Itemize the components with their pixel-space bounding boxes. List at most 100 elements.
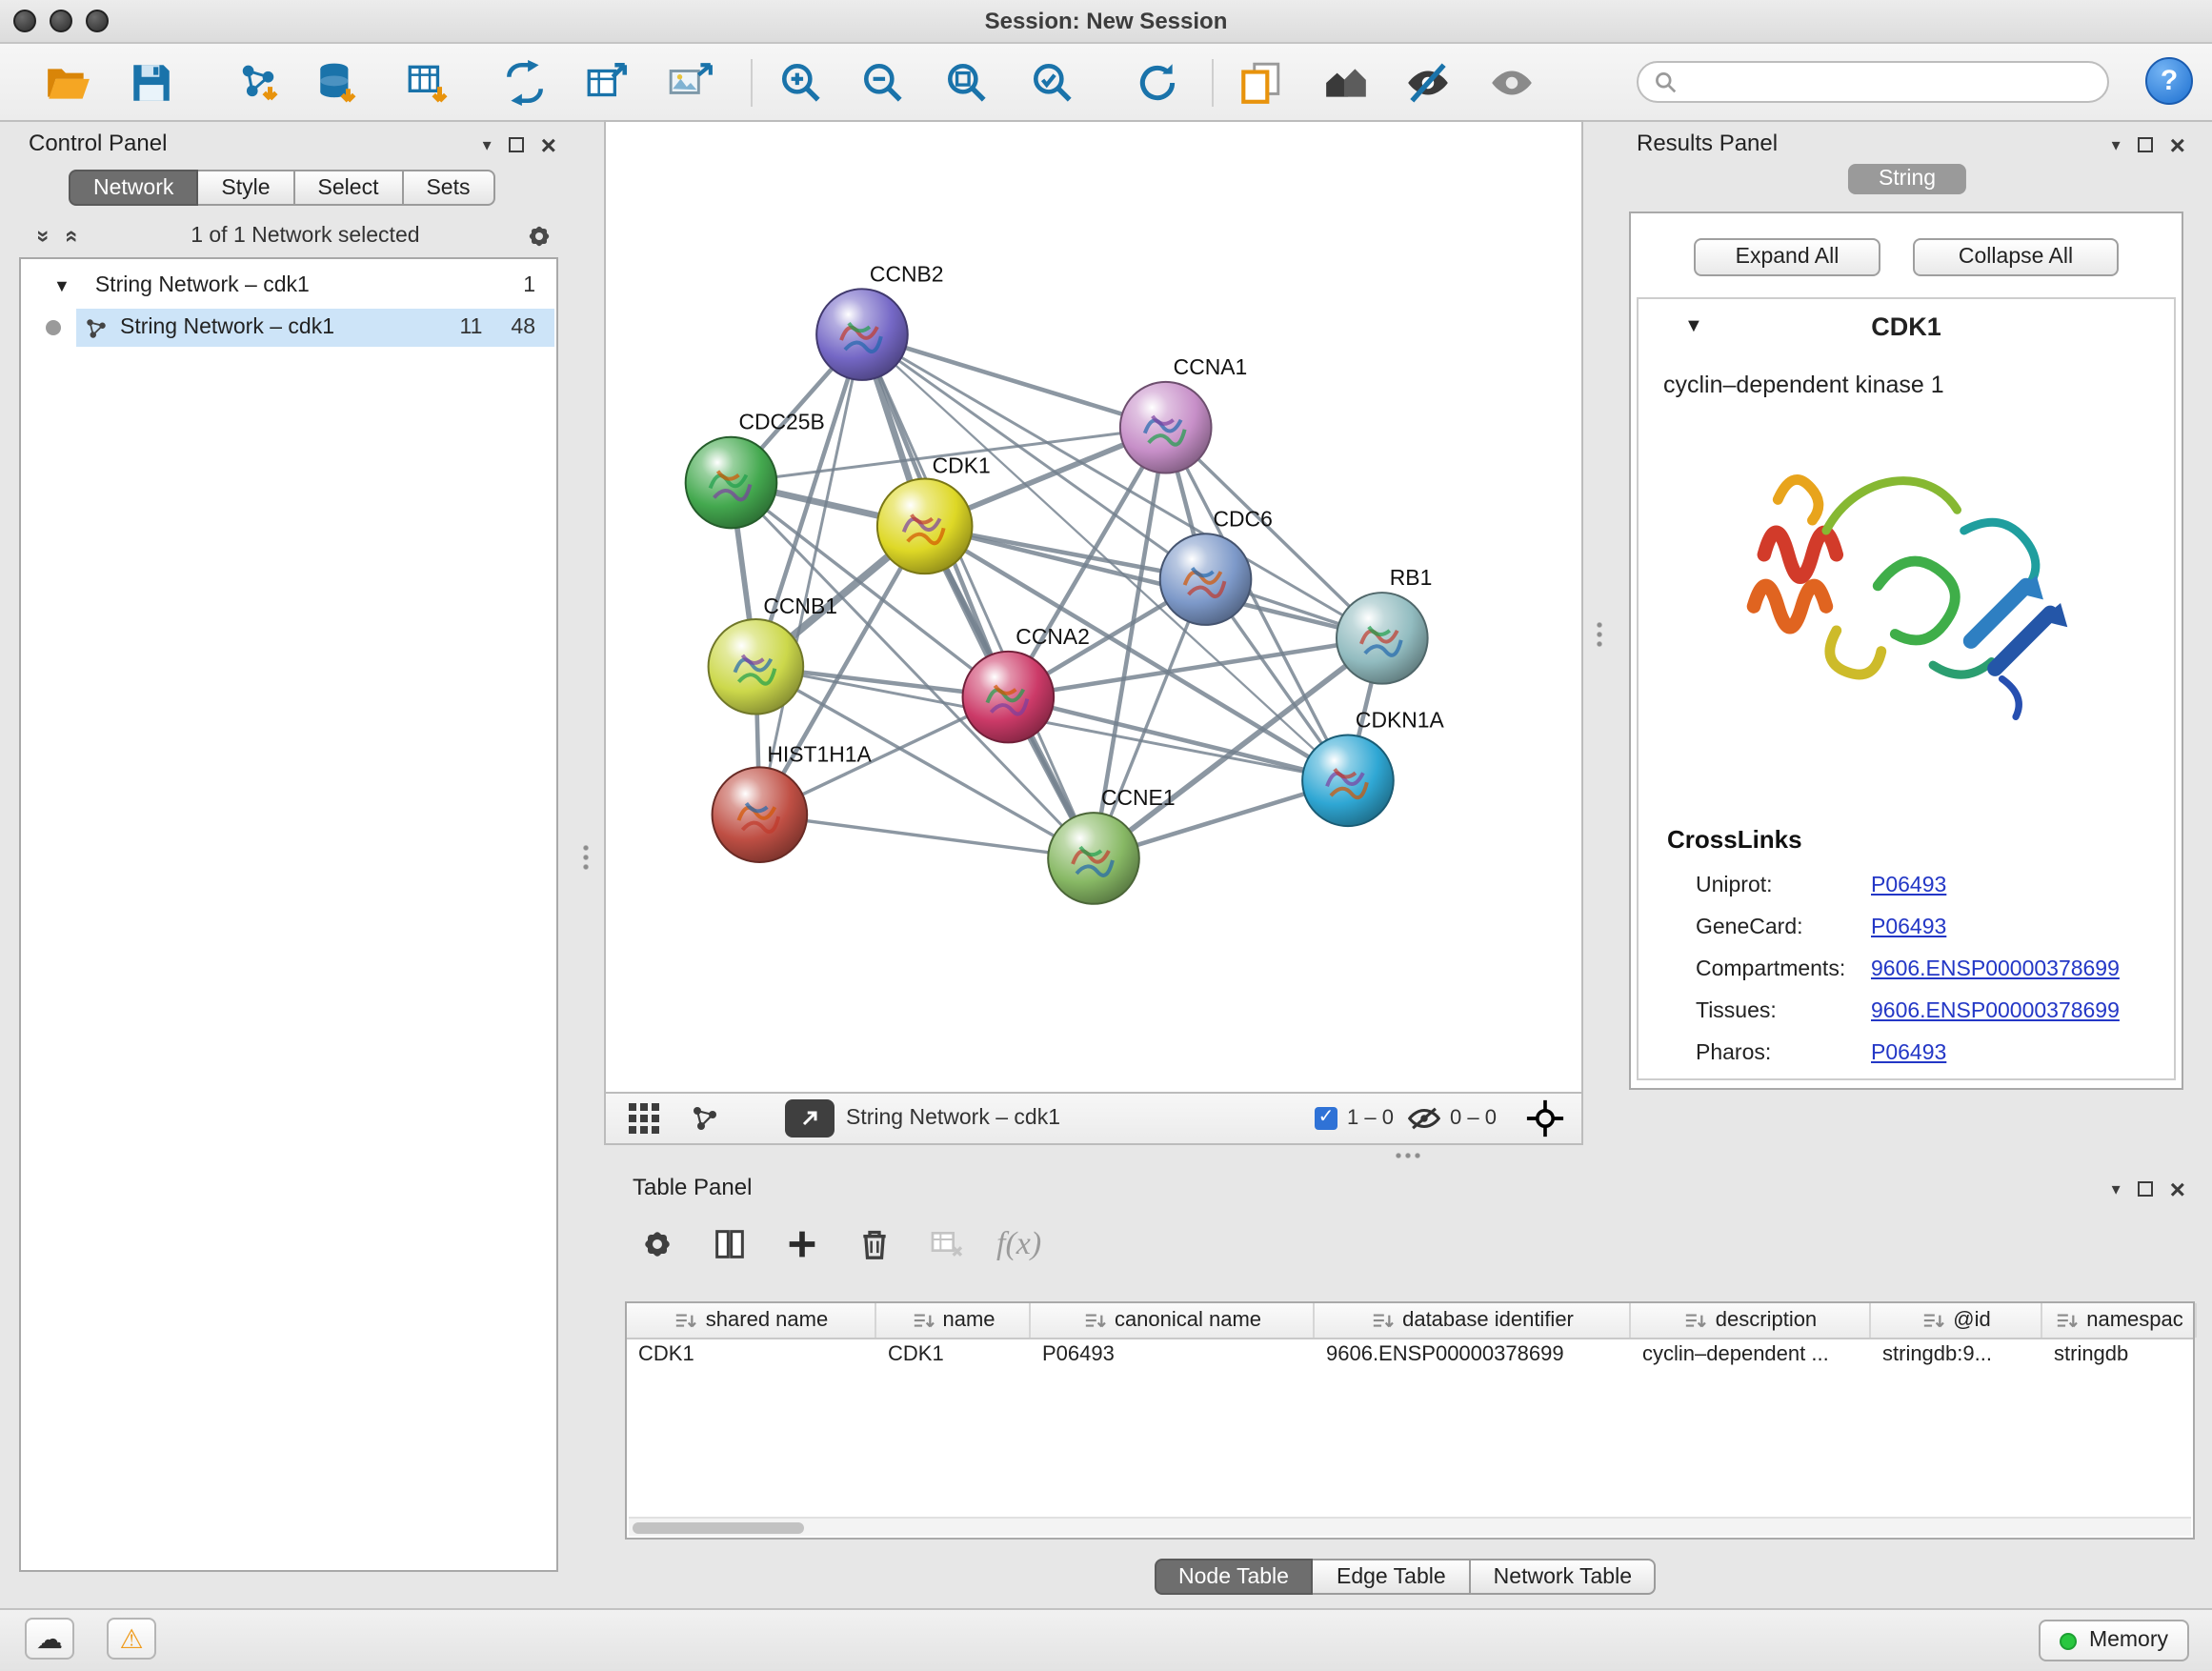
collapse-tree-icon[interactable]: » bbox=[31, 230, 58, 242]
duplicate-network-button[interactable] bbox=[1235, 57, 1286, 109]
selected-network-highlight[interactable]: String Network – cdk1 11 48 bbox=[76, 309, 554, 347]
column-header-canonical-name[interactable]: canonical name bbox=[1031, 1303, 1315, 1338]
expand-all-button[interactable]: Expand All bbox=[1694, 238, 1880, 276]
bottom-splitter-handle[interactable] bbox=[1393, 1149, 1423, 1162]
panel-menu-chevron-icon[interactable]: ▾ bbox=[483, 136, 492, 153]
panel-close-icon[interactable]: × bbox=[2170, 1176, 2185, 1202]
open-in-window-button[interactable] bbox=[785, 1099, 835, 1137]
export-image-button[interactable] bbox=[665, 57, 716, 109]
network-overview-button[interactable] bbox=[690, 1103, 720, 1143]
import-network-from-database-button[interactable] bbox=[312, 57, 364, 109]
cloud-status-button[interactable]: ☁ bbox=[25, 1618, 74, 1660]
crosslink-link[interactable]: P06493 bbox=[1871, 875, 1946, 897]
add-column-button[interactable] bbox=[779, 1221, 825, 1267]
panel-close-icon[interactable]: × bbox=[541, 131, 556, 158]
panel-float-icon[interactable] bbox=[2138, 137, 2153, 152]
network-view[interactable]: CCNB2CCNA1CDC25BCDK1CDC6RB1CCNB1CCNA2CDK… bbox=[604, 120, 1583, 1094]
zoom-out-button[interactable] bbox=[857, 57, 909, 109]
title-bar: Session: New Session bbox=[0, 0, 2212, 44]
tab-network[interactable]: Network bbox=[69, 170, 198, 206]
column-header-description[interactable]: description bbox=[1631, 1303, 1871, 1338]
open-session-button[interactable] bbox=[42, 57, 93, 109]
export-network-button[interactable] bbox=[499, 57, 551, 109]
import-network-from-file-button[interactable] bbox=[232, 57, 284, 109]
panel-menu-chevron-icon[interactable]: ▾ bbox=[2112, 136, 2121, 153]
hide-selected-button[interactable] bbox=[1402, 57, 1454, 109]
zoom-selected-button[interactable] bbox=[1027, 57, 1078, 109]
tab-style[interactable]: Style bbox=[198, 170, 294, 206]
share-network-icon bbox=[690, 1103, 720, 1134]
node-RB1[interactable]: RB1 bbox=[1337, 565, 1432, 684]
tab-edge-table[interactable]: Edge Table bbox=[1314, 1559, 1471, 1595]
panel-float-icon[interactable] bbox=[509, 137, 524, 152]
save-session-button[interactable] bbox=[126, 57, 177, 109]
network-row[interactable]: String Network – cdk1 11 48 bbox=[21, 309, 554, 347]
tab-select[interactable]: Select bbox=[295, 170, 404, 206]
import-table-from-file-button[interactable] bbox=[402, 57, 453, 109]
zoom-in-button[interactable] bbox=[775, 57, 827, 109]
delete-table-icon bbox=[928, 1225, 966, 1263]
edge-HIST1H1A-CCNE1[interactable] bbox=[759, 815, 1094, 858]
birds-eye-grid-button[interactable] bbox=[629, 1103, 659, 1143]
network-canvas[interactable]: CCNB2CCNA1CDC25BCDK1CDC6RB1CCNB1CCNA2CDK… bbox=[606, 122, 1581, 1092]
home-button[interactable] bbox=[1320, 57, 1372, 109]
edge-CCNB2-CCNE1[interactable] bbox=[862, 334, 1094, 858]
string-results-tab[interactable]: String bbox=[1848, 164, 1966, 194]
node-label-CDK1: CDK1 bbox=[933, 453, 991, 478]
column-header-name[interactable]: name bbox=[876, 1303, 1031, 1338]
table-row[interactable]: CDK1CDK1P064939606.ENSP00000378699cyclin… bbox=[627, 1339, 2193, 1376]
edge-CCNB2-CCNA1[interactable] bbox=[862, 334, 1166, 428]
network-options-gear-icon[interactable] bbox=[524, 221, 554, 252]
scrollbar-thumb[interactable] bbox=[633, 1522, 804, 1534]
help-button[interactable]: ? bbox=[2145, 57, 2193, 105]
column-header-shared-name[interactable]: shared name bbox=[627, 1303, 876, 1338]
panel-menu-chevron-icon[interactable]: ▾ bbox=[2112, 1180, 2121, 1198]
crosslink-link[interactable]: 9606.ENSP00000378699 bbox=[1871, 1000, 2120, 1023]
memory-button[interactable]: Memory bbox=[2040, 1620, 2189, 1661]
export-table-button[interactable] bbox=[581, 57, 633, 109]
crosslink-link[interactable]: 9606.ENSP00000378699 bbox=[1871, 958, 2120, 981]
node-CDKN1A[interactable]: CDKN1A bbox=[1302, 708, 1444, 827]
gene-section: ▼ CDK1 cyclin–dependent kinase 1 bbox=[1637, 297, 2176, 1080]
select-columns-button[interactable] bbox=[707, 1221, 753, 1267]
panel-close-icon[interactable]: × bbox=[2170, 131, 2185, 158]
tab-sets[interactable]: Sets bbox=[403, 170, 494, 206]
search-input[interactable] bbox=[1686, 70, 2107, 93]
table-cell: CDK1 bbox=[627, 1339, 876, 1376]
tab-node-table[interactable]: Node Table bbox=[1154, 1559, 1314, 1595]
horizontal-scrollbar[interactable] bbox=[629, 1517, 2191, 1536]
right-splitter-handle[interactable] bbox=[1593, 619, 1606, 650]
crosslink-link[interactable]: P06493 bbox=[1871, 916, 1946, 939]
zoom-in-icon bbox=[777, 59, 825, 107]
results-panel-title: Results Panel bbox=[1637, 130, 1778, 156]
tab-network-table[interactable]: Network Table bbox=[1471, 1559, 1657, 1595]
refresh-view-button[interactable] bbox=[1132, 57, 1183, 109]
import-network-icon bbox=[234, 59, 282, 107]
table-settings-button[interactable] bbox=[634, 1221, 680, 1267]
node-HIST1H1A[interactable]: HIST1H1A bbox=[713, 741, 873, 862]
disclosure-triangle-icon[interactable]: ▼ bbox=[1684, 315, 1703, 336]
panel-float-icon[interactable] bbox=[2138, 1181, 2153, 1197]
left-splitter-handle[interactable] bbox=[579, 842, 593, 873]
node-CCNA1[interactable]: CCNA1 bbox=[1120, 354, 1247, 473]
disclosure-triangle-icon[interactable]: ▼ bbox=[53, 276, 70, 295]
column-header--id[interactable]: @id bbox=[1871, 1303, 2042, 1338]
column-header-database-identifier[interactable]: database identifier bbox=[1315, 1303, 1631, 1338]
delete-column-button[interactable] bbox=[852, 1221, 897, 1267]
column-header-namespac[interactable]: namespac bbox=[2042, 1303, 2197, 1338]
hidden-toggle[interactable] bbox=[1408, 1105, 1440, 1141]
node-CCNB1[interactable]: CCNB1 bbox=[709, 594, 837, 715]
network-collection-row[interactable]: ▼ String Network – cdk1 1 bbox=[21, 267, 554, 305]
warnings-button[interactable]: ⚠ bbox=[107, 1618, 156, 1660]
function-builder-button[interactable]: f(x) bbox=[996, 1225, 1041, 1263]
crosslink-link[interactable]: P06493 bbox=[1871, 1042, 1946, 1065]
fit-selected-button[interactable] bbox=[1526, 1099, 1564, 1147]
node-CCNB2[interactable]: CCNB2 bbox=[816, 261, 943, 380]
crosslink-row: GeneCard:P06493 bbox=[1639, 907, 2174, 949]
collapse-all-button[interactable]: Collapse All bbox=[1913, 238, 2119, 276]
show-hidden-button[interactable] bbox=[1486, 57, 1538, 109]
zoom-fit-button[interactable] bbox=[941, 57, 993, 109]
expand-tree-icon[interactable]: « bbox=[59, 230, 86, 242]
selected-checkbox[interactable]: ✓ bbox=[1315, 1107, 1337, 1130]
gene-section-header[interactable]: ▼ CDK1 bbox=[1639, 299, 2174, 352]
